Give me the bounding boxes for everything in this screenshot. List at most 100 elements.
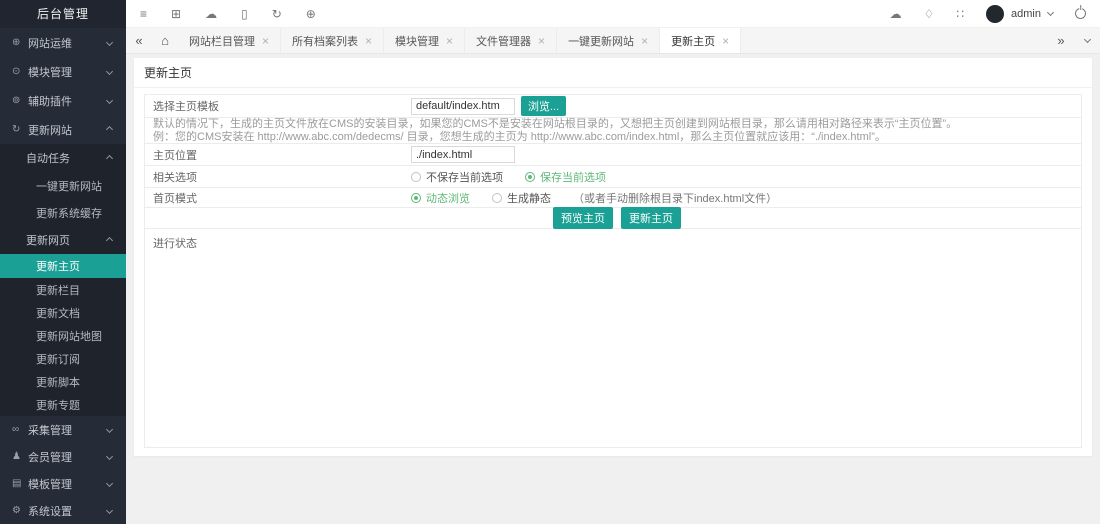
radio-dynamic[interactable]: 动态浏览 [411,190,470,206]
sidebar-item-auto-tasks[interactable]: 自动任务 [0,144,126,172]
chevron-down-icon [106,39,113,46]
gear-icon: ⚙ [12,505,28,516]
menu-toggle-icon[interactable]: ≡ [140,8,147,20]
template-icon: ▤ [12,478,28,489]
tab-label: 所有档案列表 [292,33,358,49]
user-icon: ♟ [12,451,28,462]
update-home-button[interactable]: 更新主页 [621,207,681,229]
sidebar-item-site-ops[interactable]: ⊕ 网站运维 [0,28,126,57]
chevron-down-icon [106,68,113,75]
actions-row: 预览主页 更新主页 [145,208,1081,229]
globe-icon[interactable]: ⊕ [306,8,316,20]
help-line-2: 例：您的CMS安装在 http://www.abc.com/dedecms/ 目… [153,131,886,144]
sidebar-item-label: 采集管理 [28,422,72,438]
update-home-form: 选择主页模板 浏览... 默认的情况下，生成的主页文件放在CMS的安装目录，如果… [144,94,1082,448]
radio-label: 生成静态 [507,190,551,206]
sidebar-item-update-cache[interactable]: 更新系统缓存 [0,199,126,226]
chevron-down-icon [1083,35,1090,42]
file-icon[interactable]: ▯ [241,8,248,20]
tabs-scroll-right-button[interactable]: » [1048,28,1074,53]
template-path-input[interactable] [411,98,515,115]
sidebar-item-one-key-update[interactable]: 一键更新网站 [0,172,126,199]
sidebar-item-members[interactable]: ♟ 会员管理 [0,443,126,470]
close-icon[interactable]: × [365,34,372,48]
home-location-input[interactable] [411,146,515,163]
chevron-up-icon [106,126,113,133]
mode-label: 首页模式 [153,190,411,206]
close-icon[interactable]: × [641,34,648,48]
tag-icon[interactable]: ♢ [924,8,935,20]
tabs-scroll-left-button[interactable]: « [126,28,152,53]
radio-icon[interactable] [492,193,502,203]
content-area: 更新主页 选择主页模板 浏览... 默认的情况下，生成的主页文件放在CMS的安装… [126,54,1100,524]
topbar: ≡ ⊞ ☁ ▯ ↻ ⊕ ☁ ♢ ∷ admin [126,0,1100,28]
tab-label: 网站栏目管理 [189,33,255,49]
tab-menu-button[interactable] [1074,28,1100,53]
sidebar-item-update-home-active[interactable]: 更新主页 [0,254,126,278]
link-icon: ∞ [12,424,28,435]
tab-label: 模块管理 [395,33,439,49]
user-menu[interactable]: admin [986,5,1053,23]
close-icon[interactable]: × [538,34,545,48]
radio-label: 不保存当前选项 [426,169,503,185]
sidebar-item-modules[interactable]: ⊙ 模块管理 [0,57,126,86]
template-row: 选择主页模板 浏览... [145,95,1081,118]
main-column: ≡ ⊞ ☁ ▯ ↻ ⊕ ☁ ♢ ∷ admin « ⌂ 网站 [126,0,1100,524]
tab-label: 文件管理器 [476,33,531,49]
status-label: 进行状态 [153,235,411,251]
tab-update-home-active[interactable]: 更新主页 × [660,28,741,53]
sidebar-item-label: 更新网站 [28,122,72,138]
tab-site-columns[interactable]: 网站栏目管理 × [178,28,281,53]
sidebar-item-settings[interactable]: ⚙ 系统设置 [0,497,126,524]
sidebar-item-plugins[interactable]: ⊚ 辅助插件 [0,86,126,115]
plugin-icon: ⊚ [12,95,28,106]
sidebar: 后台管理 ⊕ 网站运维 ⊙ 模块管理 ⊚ 辅助插件 ↻ 更新网站 自动任务 [0,0,126,524]
chevron-up-icon [106,154,113,161]
sidebar-item-update-script[interactable]: 更新脚本 [0,370,126,393]
tab-all-archives[interactable]: 所有档案列表 × [281,28,384,53]
sidebar-item-collect[interactable]: ∞ 采集管理 [0,416,126,443]
sidebar-item-update-special[interactable]: 更新专题 [0,393,126,416]
sidebar-item-templates[interactable]: ▤ 模板管理 [0,470,126,497]
sidebar-item-label: 模板管理 [28,476,72,492]
home-tab-button[interactable]: ⌂ [152,28,178,53]
browse-button[interactable]: 浏览... [521,96,566,116]
options-row: 相关选项 不保存当前选项 保存当前选项 [145,166,1081,188]
close-icon[interactable]: × [722,34,729,48]
logout-power-icon[interactable] [1075,8,1086,19]
tab-modules[interactable]: 模块管理 × [384,28,465,53]
close-icon[interactable]: × [262,34,269,48]
sidebar-item-update-docs[interactable]: 更新文档 [0,301,126,324]
help-line-1: 默认的情况下，生成的主页文件放在CMS的安装目录，如果您的CMS不是安装在网站根… [153,118,957,131]
chevron-down-icon [106,507,113,514]
chevron-down-icon [106,426,113,433]
topbar-right: ☁ ♢ ∷ admin [890,5,1086,23]
sidebar-item-update-pages[interactable]: 更新网页 [0,226,126,254]
clear-cache-icon[interactable]: ☁ [890,8,902,20]
preview-home-button[interactable]: 预览主页 [553,207,613,229]
radio-checked-icon[interactable] [411,193,421,203]
close-icon[interactable]: × [446,34,453,48]
sidebar-item-update-site[interactable]: ↻ 更新网站 [0,115,126,144]
radio-checked-icon[interactable] [525,172,535,182]
radio-icon[interactable] [411,172,421,182]
radio-label: 动态浏览 [426,190,470,206]
sidebar-item-label: 更新网页 [26,232,70,248]
gallery-icon[interactable]: ⊞ [171,8,181,20]
refresh-icon[interactable]: ↻ [272,8,282,20]
cloud-icon[interactable]: ☁ [205,8,217,20]
radio-no-save[interactable]: 不保存当前选项 [411,169,503,185]
tab-label: 更新主页 [671,33,715,49]
radio-static[interactable]: 生成静态 [492,190,551,206]
fullscreen-icon[interactable]: ∷ [956,8,964,20]
sidebar-item-update-sitemap[interactable]: 更新网站地图 [0,324,126,347]
tabbar-spacer [741,28,1048,53]
chevron-up-icon [106,236,113,243]
radio-save[interactable]: 保存当前选项 [525,169,606,185]
tab-file-manager[interactable]: 文件管理器 × [465,28,557,53]
tab-one-key-update[interactable]: 一键更新网站 × [557,28,660,53]
sidebar-item-update-columns[interactable]: 更新栏目 [0,278,126,301]
location-row: 主页位置 [145,144,1081,166]
sidebar-item-update-rss[interactable]: 更新订阅 [0,347,126,370]
chevron-down-icon [106,453,113,460]
